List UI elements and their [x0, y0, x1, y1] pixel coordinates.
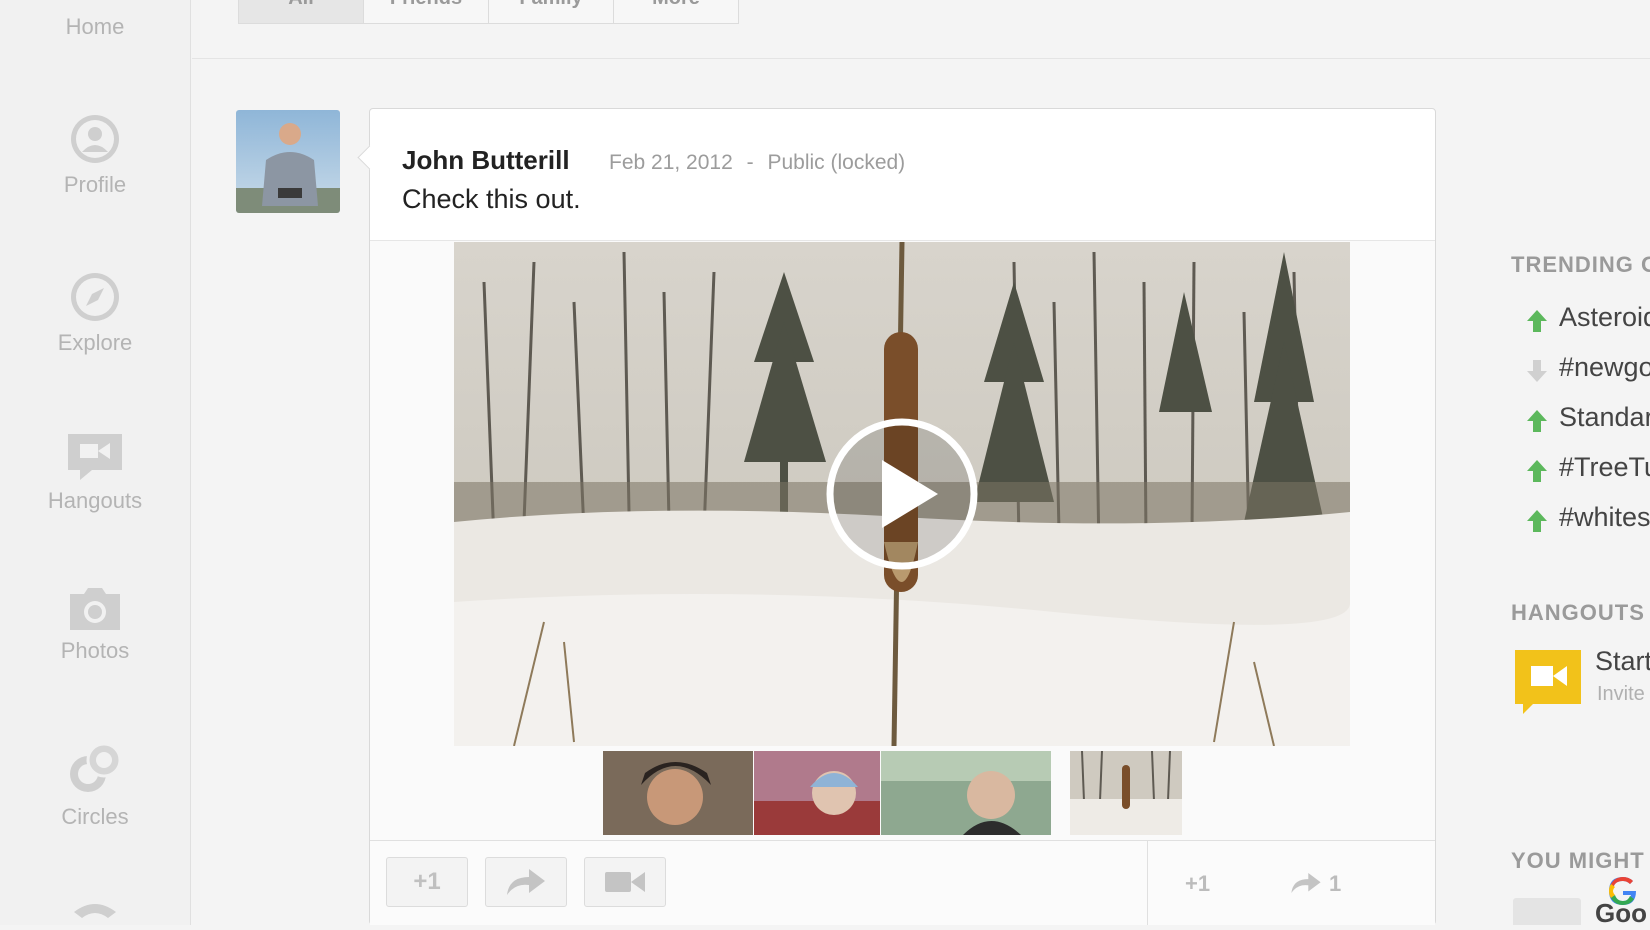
- share-arrow-icon: [1291, 873, 1321, 893]
- camera-icon: [70, 588, 120, 630]
- post-text: Check this out.: [402, 184, 581, 214]
- nav-item-profile[interactable]: Profile: [0, 112, 190, 198]
- nav-label-circles: Circles: [61, 804, 129, 829]
- post-action-bar: +1 +1 1: [370, 840, 1435, 925]
- home-icon: [70, 0, 120, 8]
- tab-all[interactable]: All: [239, 0, 364, 23]
- nav-label-explore: Explore: [57, 330, 133, 355]
- trend-down-icon: [1527, 360, 1547, 382]
- suggestion-avatar[interactable]: [1513, 898, 1581, 925]
- trending-heading: TRENDING O: [1511, 252, 1650, 277]
- participant-thumbnail[interactable]: [881, 751, 1051, 835]
- nav-item-more[interactable]: [0, 900, 190, 930]
- nav-item-photos[interactable]: Photos: [0, 586, 190, 664]
- author-name[interactable]: John Butterill: [402, 145, 570, 176]
- participant-thumbnail[interactable]: [754, 751, 880, 835]
- right-sidebar: TRENDING O Asteroid #newgo Standar #Tree…: [1495, 0, 1650, 925]
- stats-divider: [1147, 841, 1148, 925]
- profile-icon: [71, 115, 119, 163]
- nav-item-circles[interactable]: Circles: [0, 740, 190, 830]
- trend-up-icon: [1527, 310, 1547, 332]
- hangout-start-button[interactable]: [1513, 648, 1583, 719]
- card-notch: [357, 145, 382, 170]
- tab-more[interactable]: More: [614, 0, 738, 23]
- nav-item-explore[interactable]: Explore: [0, 270, 190, 356]
- video-player[interactable]: [454, 242, 1350, 746]
- nav-item-home[interactable]: Home: [0, 0, 190, 40]
- start-hangout-button[interactable]: [584, 857, 666, 907]
- nav-item-hangouts[interactable]: Hangouts: [0, 432, 190, 514]
- nav-label-profile: Profile: [63, 172, 127, 197]
- hangouts-icon: [68, 434, 122, 480]
- trend-up-icon: [1527, 410, 1547, 432]
- post-visibility[interactable]: Public (locked): [767, 151, 905, 174]
- participant-thumbnail[interactable]: [1070, 751, 1182, 835]
- share-count[interactable]: 1: [1291, 871, 1341, 897]
- compass-icon: [71, 273, 119, 321]
- play-button[interactable]: [822, 414, 982, 574]
- left-nav: Home Profile Explore Hangouts Photos Cir…: [0, 0, 191, 925]
- suggestions-heading: YOU MIGHT: [1511, 848, 1645, 873]
- plus-one-count[interactable]: +1: [1185, 871, 1210, 897]
- nav-label-photos: Photos: [60, 638, 130, 663]
- more-icon: [74, 904, 116, 918]
- trending-text: #TreeTu: [1559, 452, 1650, 482]
- post-card: John Butterill Feb 21, 2012 - Public (lo…: [357, 108, 1436, 925]
- trend-up-icon: [1527, 460, 1547, 482]
- post-date[interactable]: Feb 21, 2012: [609, 151, 733, 174]
- hangout-start-label[interactable]: Start: [1595, 646, 1650, 677]
- post-meta: Feb 21, 2012 - Public (locked): [609, 151, 905, 175]
- nav-label-hangouts: Hangouts: [47, 488, 143, 513]
- google-logo: [1609, 877, 1636, 905]
- participant-thumbnail[interactable]: [603, 751, 753, 835]
- hangout-invite-label: Invite: [1597, 683, 1645, 705]
- trending-text: #whites: [1559, 502, 1650, 532]
- tab-friends[interactable]: Friends: [364, 0, 489, 23]
- share-count-value: 1: [1329, 871, 1342, 896]
- hangouts-icon: [1515, 650, 1581, 714]
- meta-separator: -: [746, 151, 754, 174]
- trending-text: #newgo: [1559, 352, 1650, 382]
- share-button[interactable]: [485, 857, 567, 907]
- author-avatar[interactable]: [236, 110, 340, 213]
- stream-tabs: All Friends Family More: [238, 0, 739, 24]
- trend-up-icon: [1527, 510, 1547, 532]
- video-camera-icon: [605, 872, 645, 892]
- media-area: [370, 240, 1435, 851]
- plus-one-button[interactable]: +1: [386, 857, 468, 907]
- circles-icon: [70, 742, 122, 792]
- nav-label-home: Home: [65, 14, 125, 39]
- divider: [192, 58, 1650, 59]
- trending-text: Asteroid: [1559, 302, 1650, 332]
- share-arrow-icon: [507, 869, 545, 895]
- tab-family[interactable]: Family: [489, 0, 614, 23]
- trending-text: Standar: [1559, 402, 1650, 432]
- hangouts-heading: HANGOUTS: [1511, 600, 1645, 625]
